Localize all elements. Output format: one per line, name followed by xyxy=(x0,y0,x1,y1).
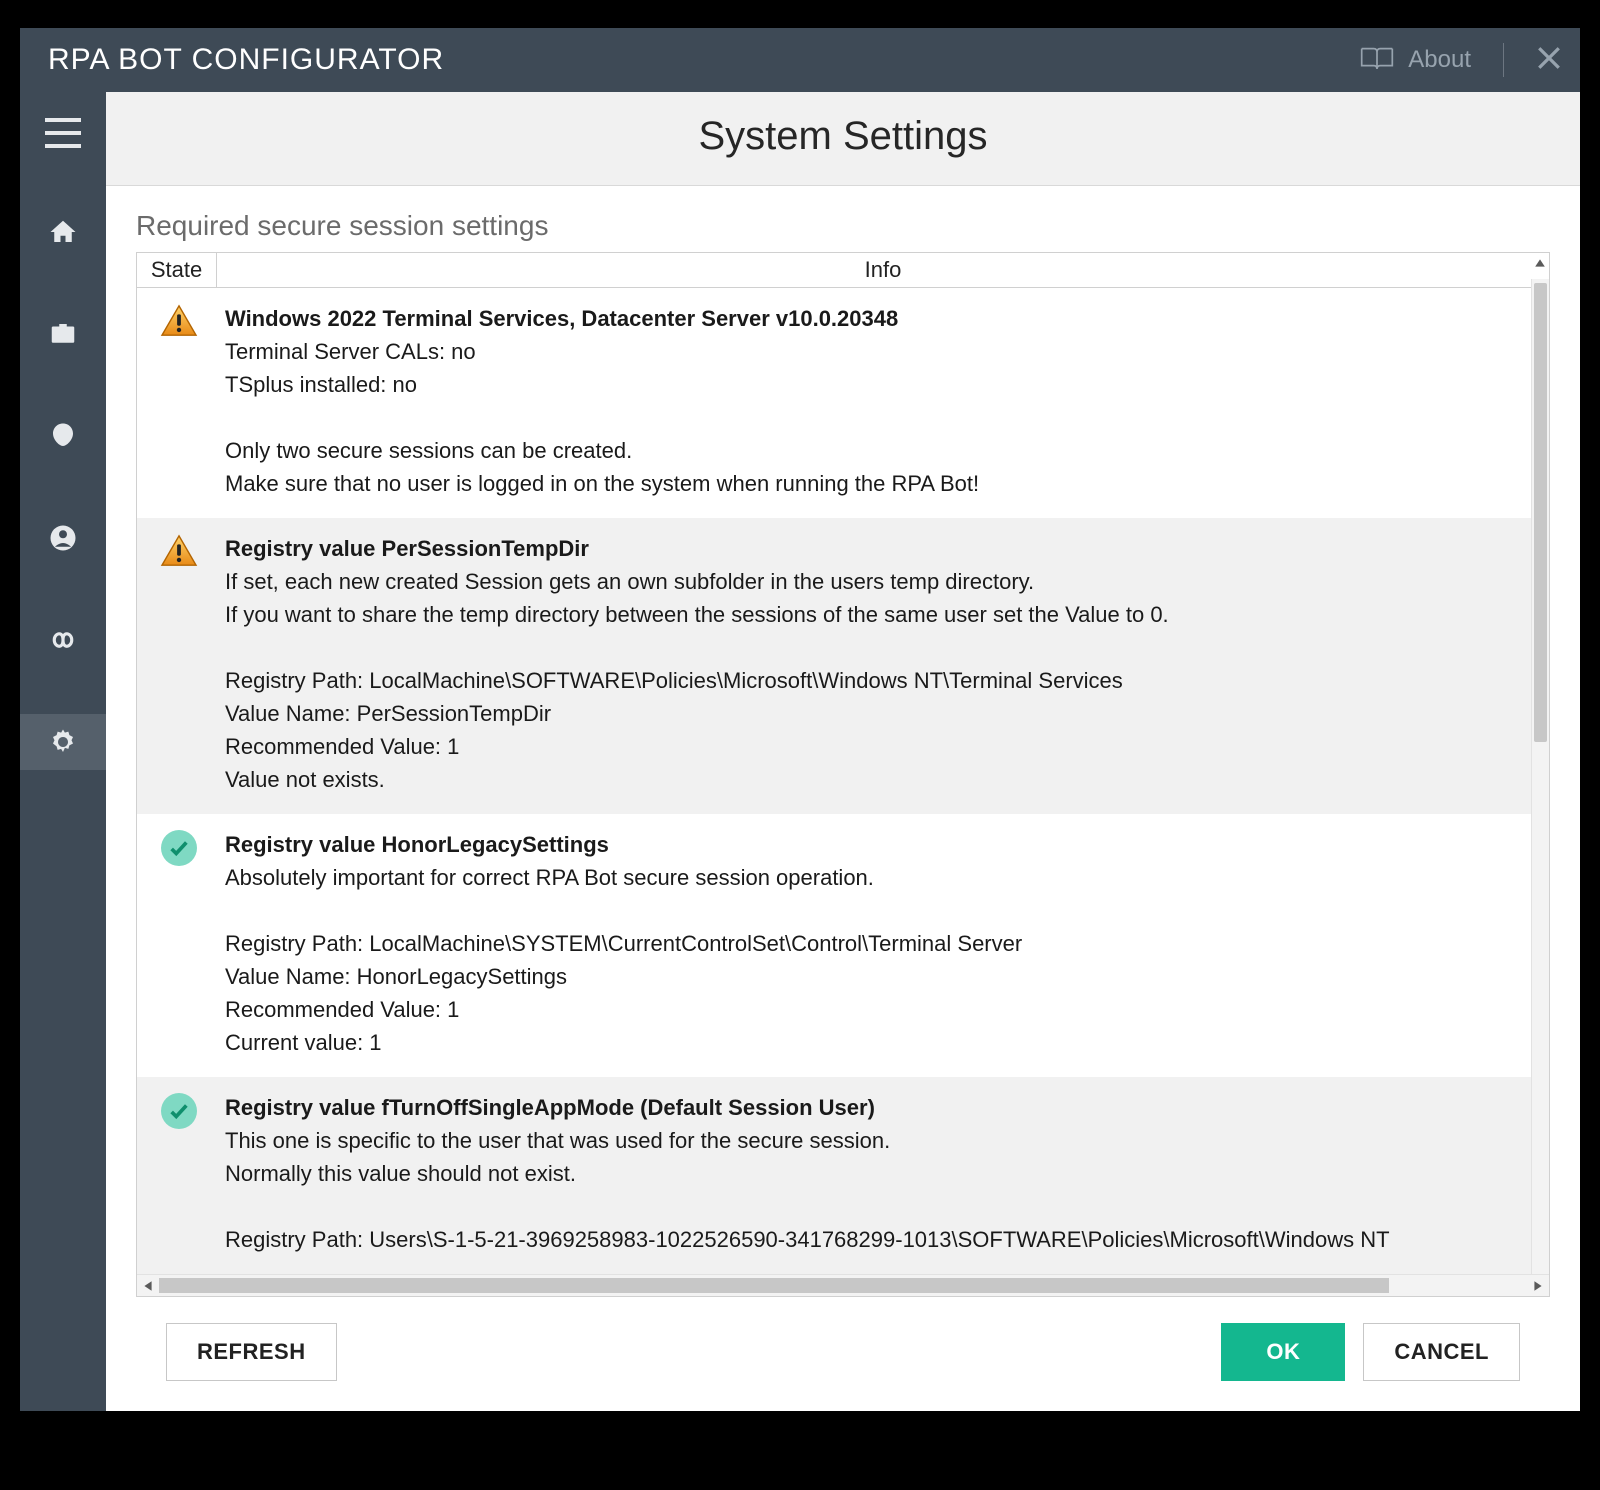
info-line: Value Name: PerSessionTempDir xyxy=(225,697,1533,730)
state-cell xyxy=(153,532,205,796)
sidebar-item-briefcase[interactable] xyxy=(20,306,106,362)
info-line: Registry Path: LocalMachine\SOFTWARE\Pol… xyxy=(225,664,1533,697)
refresh-button[interactable]: REFRESH xyxy=(166,1323,337,1381)
info-cell: Registry value HonorLegacySettingsAbsolu… xyxy=(225,828,1533,1059)
info-line: If set, each new created Session gets an… xyxy=(225,565,1533,598)
help-book-icon[interactable] xyxy=(1360,45,1394,76)
sidebar-item-alien[interactable] xyxy=(20,408,106,464)
success-icon xyxy=(161,1093,197,1129)
info-cell: Registry value PerSessionTempDirIf set, … xyxy=(225,532,1533,796)
row-title: Registry value fTurnOffSingleAppMode (De… xyxy=(225,1091,1533,1124)
section-title: Required secure session settings xyxy=(136,210,1550,242)
vertical-scrollbar-thumb[interactable] xyxy=(1534,283,1547,742)
sidebar-item-infinity[interactable] xyxy=(20,612,106,668)
scroll-left-arrow-icon[interactable] xyxy=(137,1275,159,1296)
state-cell xyxy=(153,1091,205,1256)
footer-bar: REFRESH OK CANCEL xyxy=(136,1297,1550,1411)
cancel-button[interactable]: CANCEL xyxy=(1363,1323,1520,1381)
info-line: If you want to share the temp directory … xyxy=(225,598,1533,631)
table-row[interactable]: Windows 2022 Terminal Services, Datacent… xyxy=(137,288,1549,518)
ok-button[interactable]: OK xyxy=(1221,1323,1345,1381)
sidebar-nav xyxy=(20,204,106,770)
info-line: Make sure that no user is logged in on t… xyxy=(225,467,1533,500)
column-header-info[interactable]: Info xyxy=(217,253,1549,287)
info-line: Value not exists. xyxy=(225,763,1533,796)
sidebar-item-home[interactable] xyxy=(20,204,106,260)
app-window: RPA BOT CONFIGURATOR About xyxy=(20,28,1580,1411)
info-line: Normally this value should not exist. xyxy=(225,1157,1533,1190)
info-line: Current value: 1 xyxy=(225,1026,1533,1059)
info-cell: Windows 2022 Terminal Services, Datacent… xyxy=(225,302,1533,500)
sidebar xyxy=(20,92,106,1411)
success-icon xyxy=(161,830,197,866)
info-cell: Registry value fTurnOffSingleAppMode (De… xyxy=(225,1091,1533,1256)
info-line: Registry Path: Users\S-1-5-21-3969258983… xyxy=(225,1223,1533,1256)
info-line: Only two secure sessions can be created. xyxy=(225,434,1533,467)
column-header-state[interactable]: State xyxy=(137,253,217,287)
table-row[interactable]: Registry value fTurnOffSingleAppMode (De… xyxy=(137,1077,1549,1274)
scroll-right-arrow-icon[interactable] xyxy=(1527,1275,1549,1296)
row-title: Windows 2022 Terminal Services, Datacent… xyxy=(225,302,1533,335)
scroll-up-arrow-icon[interactable] xyxy=(1531,253,1549,273)
content-area: System Settings Required secure session … xyxy=(106,92,1580,1411)
blank-line xyxy=(225,401,1533,434)
table-body[interactable]: Windows 2022 Terminal Services, Datacent… xyxy=(137,288,1549,1274)
row-title: Registry value HonorLegacySettings xyxy=(225,828,1533,861)
warning-icon xyxy=(160,534,198,573)
menu-toggle-icon[interactable] xyxy=(20,98,106,168)
horizontal-scrollbar-thumb[interactable] xyxy=(159,1278,1389,1293)
info-line: TSplus installed: no xyxy=(225,368,1533,401)
about-link[interactable]: About xyxy=(1408,46,1471,74)
titlebar: RPA BOT CONFIGURATOR About xyxy=(20,28,1580,92)
info-line: Registry Path: LocalMachine\SYSTEM\Curre… xyxy=(225,927,1533,960)
table-header: State Info xyxy=(137,253,1549,288)
warning-icon xyxy=(160,304,198,343)
info-line: Terminal Server CALs: no xyxy=(225,335,1533,368)
info-line: This one is specific to the user that wa… xyxy=(225,1124,1533,1157)
info-line: Recommended Value: 1 xyxy=(225,730,1533,763)
table-row[interactable]: Registry value PerSessionTempDirIf set, … xyxy=(137,518,1549,814)
close-icon[interactable] xyxy=(1536,45,1562,76)
info-line: Value Name: HonorLegacySettings xyxy=(225,960,1533,993)
info-line: Recommended Value: 1 xyxy=(225,993,1533,1026)
table-row[interactable]: Registry value HonorLegacySettingsAbsolu… xyxy=(137,814,1549,1077)
vertical-scrollbar[interactable] xyxy=(1531,279,1549,1276)
page-title: System Settings xyxy=(106,114,1580,159)
blank-line xyxy=(225,894,1533,927)
page-header: System Settings xyxy=(106,92,1580,186)
app-title: RPA BOT CONFIGURATOR xyxy=(48,43,444,77)
info-line: Absolutely important for correct RPA Bot… xyxy=(225,861,1533,894)
blank-line xyxy=(225,1190,1533,1223)
horizontal-scrollbar[interactable] xyxy=(137,1274,1549,1296)
state-cell xyxy=(153,302,205,500)
row-title: Registry value PerSessionTempDir xyxy=(225,532,1533,565)
titlebar-divider xyxy=(1503,43,1504,77)
settings-table: State Info Windows 2022 Terminal Service… xyxy=(136,252,1550,1297)
sidebar-item-settings[interactable] xyxy=(20,714,106,770)
sidebar-item-user[interactable] xyxy=(20,510,106,566)
state-cell xyxy=(153,828,205,1059)
blank-line xyxy=(225,631,1533,664)
